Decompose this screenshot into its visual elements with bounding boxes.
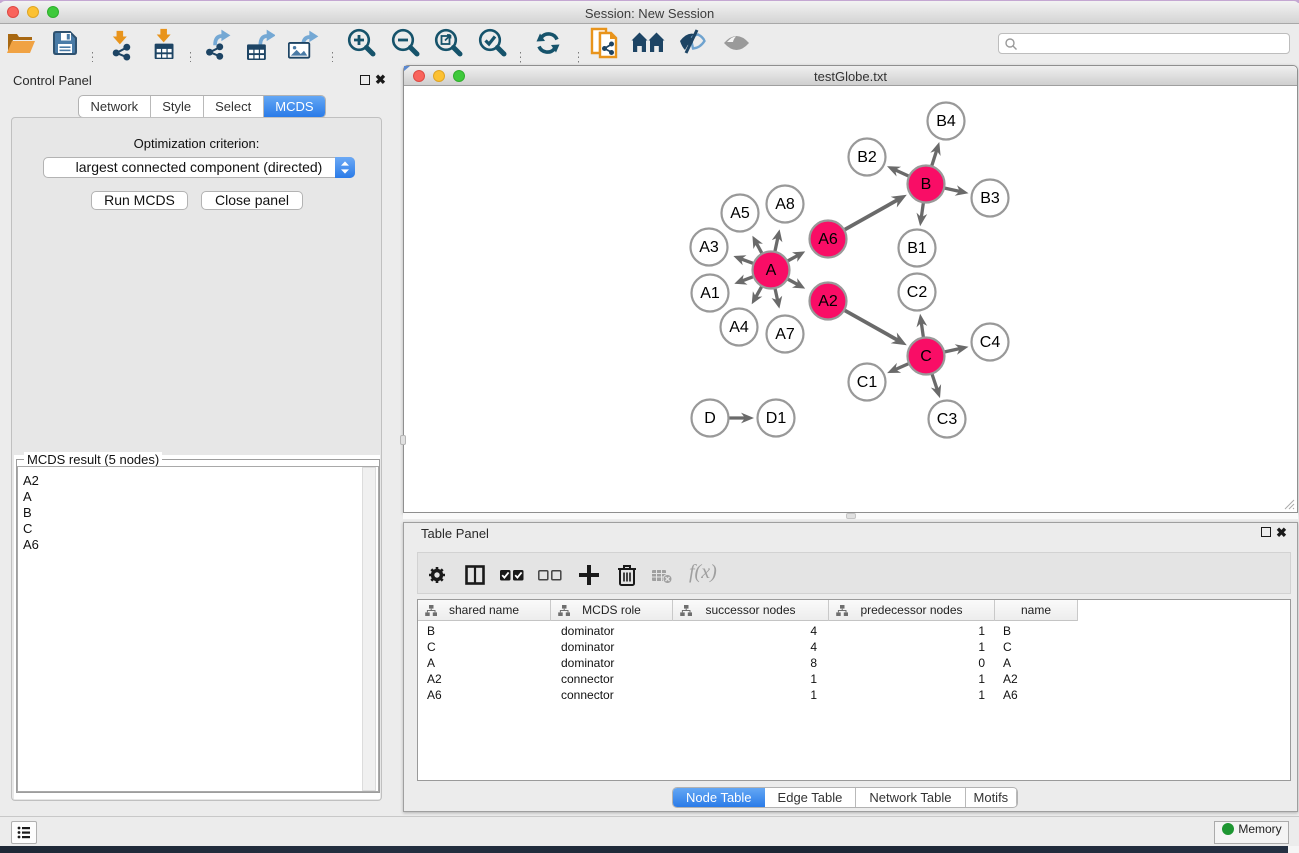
svg-text:A2: A2 (818, 293, 838, 310)
svg-text:C: C (920, 348, 932, 365)
svg-text:C3: C3 (937, 411, 958, 428)
svg-text:C1: C1 (857, 374, 878, 391)
svg-text:C2: C2 (907, 284, 928, 301)
svg-text:B: B (921, 176, 932, 193)
svg-text:B4: B4 (936, 113, 956, 130)
svg-text:A6: A6 (818, 231, 838, 248)
svg-text:B3: B3 (980, 190, 1000, 207)
svg-text:B1: B1 (907, 240, 927, 257)
svg-text:C4: C4 (980, 334, 1001, 351)
svg-text:A3: A3 (699, 239, 719, 256)
svg-text:A7: A7 (775, 326, 795, 343)
svg-text:D1: D1 (766, 410, 787, 427)
svg-text:A4: A4 (729, 319, 749, 336)
svg-text:A8: A8 (775, 196, 795, 213)
svg-text:A1: A1 (700, 285, 720, 302)
svg-text:A5: A5 (730, 205, 750, 222)
svg-text:B2: B2 (857, 149, 877, 166)
svg-text:A: A (766, 262, 777, 279)
svg-text:D: D (704, 410, 716, 427)
